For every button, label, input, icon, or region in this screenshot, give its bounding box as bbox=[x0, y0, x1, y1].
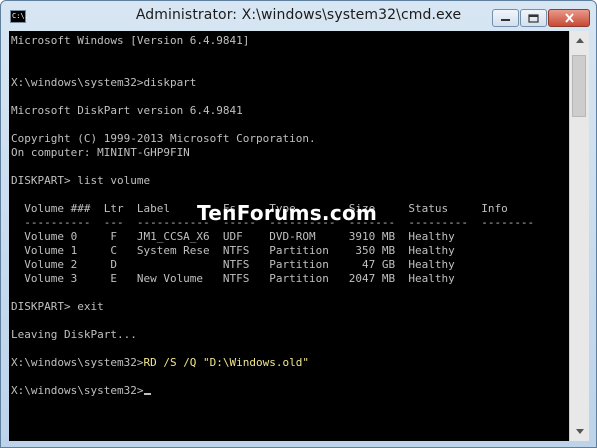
watermark: TenForums.com bbox=[197, 201, 378, 225]
command-prompt: X:\windows\system32> bbox=[11, 356, 144, 369]
minimize-button[interactable] bbox=[492, 9, 519, 27]
close-button[interactable] bbox=[548, 9, 590, 27]
title-bar[interactable]: C:\. Administrator: X:\windows\system32\… bbox=[1, 1, 596, 31]
volume-table-row: Volume 2 D NTFS Partition 47 GB Healthy bbox=[11, 258, 455, 271]
console-output[interactable]: Microsoft Windows [Version 6.4.9841] X:\… bbox=[9, 31, 569, 441]
scroll-down-button[interactable] bbox=[571, 423, 588, 440]
arrow-down-icon bbox=[575, 429, 584, 434]
close-icon bbox=[564, 13, 574, 23]
cmd-window: C:\. Administrator: X:\windows\system32\… bbox=[0, 0, 597, 448]
volume-table-row: Volume 1 C System Rese NTFS Partition 35… bbox=[11, 244, 455, 257]
console-line: Microsoft Windows [Version 6.4.9841] bbox=[11, 34, 250, 47]
console-line: Copyright (C) 1999-2013 Microsoft Corpor… bbox=[11, 132, 316, 145]
console-line: Microsoft DiskPart version 6.4.9841 bbox=[11, 104, 243, 117]
minimize-icon bbox=[501, 19, 510, 21]
console-line: DISKPART> exit bbox=[11, 300, 104, 313]
scrollbar-thumb[interactable] bbox=[572, 55, 586, 117]
text-cursor bbox=[144, 393, 152, 395]
window-controls bbox=[491, 9, 590, 27]
vertical-scrollbar[interactable] bbox=[569, 31, 589, 441]
scroll-up-button[interactable] bbox=[571, 32, 588, 49]
console-line: DISKPART> list volume bbox=[11, 174, 151, 187]
console-line: X:\windows\system32>RD /S /Q "D:\Windows… bbox=[11, 356, 309, 370]
volume-table-row: Volume 0 F JM1_CCSA_X6 UDF DVD-ROM 3910 … bbox=[11, 230, 455, 243]
console-line: On computer: MININT-GHP9FIN bbox=[11, 146, 190, 159]
maximize-button[interactable] bbox=[520, 9, 547, 27]
console-prompt-line[interactable]: X:\windows\system32> bbox=[11, 384, 152, 398]
console-line: X:\windows\system32>diskpart bbox=[11, 76, 197, 89]
arrow-up-icon bbox=[575, 38, 584, 43]
maximize-icon bbox=[528, 13, 539, 23]
console-line: Leaving DiskPart... bbox=[11, 328, 137, 341]
command-prompt: X:\windows\system32> bbox=[11, 384, 144, 397]
typed-command: RD /S /Q "D:\Windows.old" bbox=[143, 356, 310, 369]
volume-table-row: Volume 3 E New Volume NTFS Partition 204… bbox=[11, 272, 455, 285]
